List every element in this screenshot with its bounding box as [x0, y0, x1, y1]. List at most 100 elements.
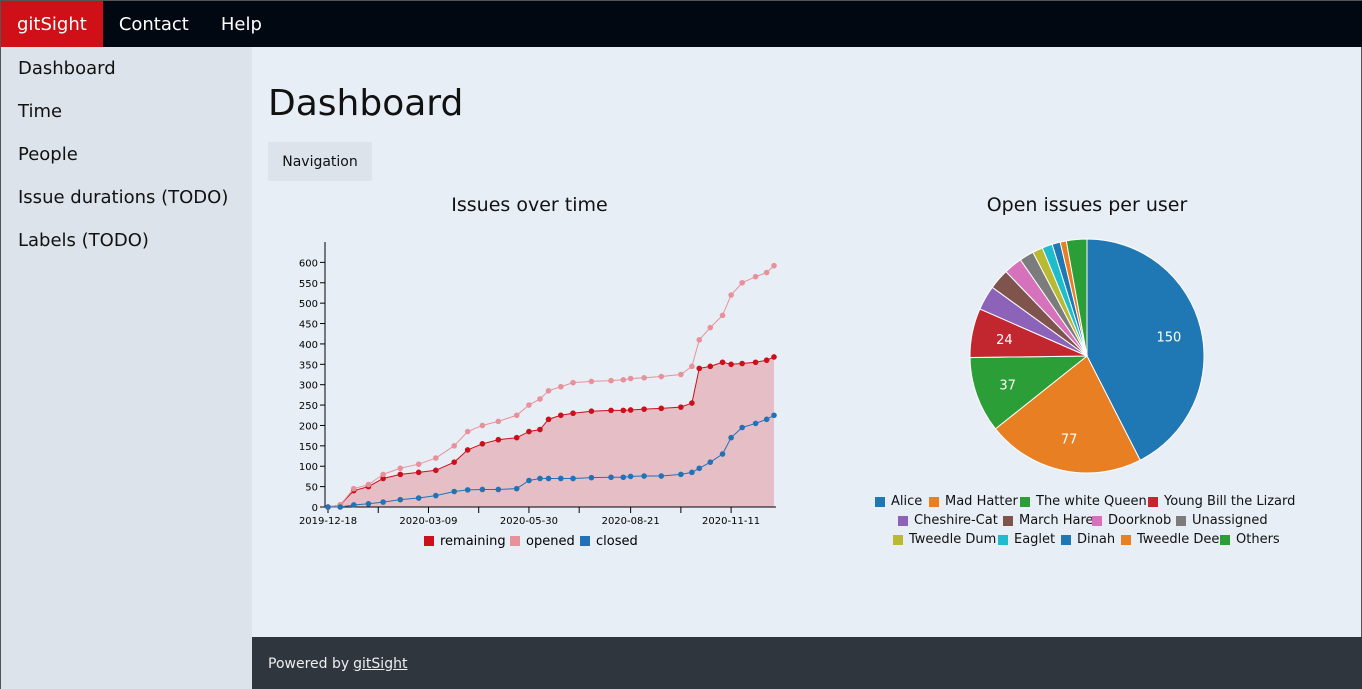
- remaining-point: [570, 410, 576, 417]
- remaining-point: [479, 441, 486, 447]
- pie-legend-swatch: [1148, 496, 1158, 507]
- x-tick-label: 2019-12-18: [299, 516, 357, 527]
- remaining-point: [658, 405, 665, 412]
- closed-point: [620, 474, 627, 481]
- navigation-button[interactable]: Navigation: [268, 142, 372, 181]
- opened-point: [558, 383, 564, 390]
- pie-value-label: 77: [1061, 432, 1078, 447]
- pie-legend-label: Mad Hatter: [945, 494, 1018, 509]
- x-tick-label: 2020-03-09: [399, 516, 457, 527]
- pie-value-label: 24: [996, 333, 1013, 348]
- pie-legend-label: Dinah: [1077, 532, 1116, 547]
- pie-legend-label: March Hare: [1019, 513, 1094, 528]
- closed-point: [678, 471, 684, 478]
- sidebar-item-dashboard[interactable]: Dashboard: [1, 47, 252, 90]
- pie-legend-label: Young Bill the Lizard: [1164, 494, 1296, 509]
- pie-legend-item: Tweedle Dum: [893, 532, 996, 547]
- opened-point: [719, 312, 726, 319]
- sidebar-item-issue-durations[interactable]: Issue durations (TODO): [1, 176, 252, 219]
- remaining-point: [641, 406, 647, 412]
- pie-chart-title: Open issues per user: [986, 194, 1188, 216]
- opened-point: [380, 471, 386, 478]
- closed-point: [739, 424, 745, 431]
- remaining-point: [397, 471, 404, 478]
- closed-point: [558, 475, 564, 482]
- closed-point: [479, 486, 486, 493]
- opened-point: [588, 378, 595, 385]
- main-content: Dashboard Navigation Issues over time 0 5…: [252, 47, 1362, 637]
- remaining-point: [608, 407, 614, 414]
- opened-point: [620, 377, 627, 383]
- closed-point: [719, 451, 726, 457]
- sidebar-item-people[interactable]: People: [1, 133, 252, 176]
- pie-legend-item: Mad Hatter: [929, 494, 1018, 509]
- pie-legend-swatch: [1220, 534, 1230, 545]
- pie-legend-label: Tweedle Dee: [1137, 532, 1220, 547]
- pie-legend-swatch: [1003, 515, 1013, 526]
- footer-text: Powered by: [268, 655, 350, 672]
- remaining-point: [415, 469, 422, 476]
- pie-legend-label: Cheshire-Cat: [914, 513, 998, 528]
- opened-point: [678, 371, 684, 378]
- opened-point: [479, 422, 486, 429]
- y-tick-label: 250: [299, 401, 318, 412]
- remaining-point: [537, 426, 543, 433]
- closed-point: [537, 475, 543, 482]
- remaining-point: [728, 361, 734, 368]
- y-tick-label: 300: [299, 381, 318, 392]
- opened-point: [641, 374, 647, 381]
- closed-point: [495, 486, 502, 493]
- closed-point: [415, 495, 422, 501]
- closed-point: [365, 500, 372, 507]
- pie-legend-swatch: [1176, 515, 1186, 526]
- opened-point: [433, 455, 439, 461]
- y-tick-label: 0: [312, 503, 318, 514]
- remaining-point: [739, 360, 745, 367]
- pie-legend-label: Unassigned: [1192, 513, 1268, 528]
- y-tick-label: 600: [299, 258, 318, 269]
- pie-legend-swatch: [929, 496, 939, 507]
- y-tick-label: 100: [299, 462, 318, 473]
- closed-point: [464, 487, 471, 493]
- closed-point: [588, 474, 595, 481]
- opened-point: [739, 279, 745, 286]
- brand-link[interactable]: gitSight: [1, 1, 103, 47]
- pie-legend-swatch: [875, 496, 885, 507]
- remaining-point: [696, 365, 703, 372]
- opened-point: [752, 273, 759, 280]
- page-title: Dashboard: [268, 83, 464, 124]
- opened-point: [451, 443, 458, 449]
- pie-legend-label: Tweedle Dum: [909, 532, 997, 547]
- opened-point: [545, 388, 552, 394]
- closed-point: [728, 434, 734, 441]
- closed-point: [451, 488, 458, 495]
- legend-swatch-opened: [510, 536, 520, 546]
- nav-contact-link[interactable]: Contact: [103, 1, 205, 47]
- sidebar-item-labels[interactable]: Labels (TODO): [1, 219, 252, 262]
- x-tick-label: 2020-08-21: [602, 516, 660, 527]
- pie-legend-item: Alice: [875, 494, 922, 509]
- remaining-point: [513, 434, 520, 441]
- legend-swatch-closed: [580, 536, 590, 546]
- y-tick-label: 350: [299, 360, 318, 371]
- remaining-point: [433, 467, 439, 474]
- sidebar: Dashboard Time People Issue durations (T…: [1, 47, 252, 689]
- closed-point: [545, 475, 552, 482]
- closed-point: [513, 485, 520, 492]
- closed-point: [771, 412, 777, 419]
- nav-help-link[interactable]: Help: [205, 1, 278, 47]
- open-issues-pie-chart: 150 77 37 24: [969, 238, 1205, 474]
- remaining-point: [526, 428, 532, 435]
- pie-legend-item: Cheshire-Cat: [898, 513, 998, 528]
- remaining-point: [689, 400, 695, 406]
- sidebar-item-time[interactable]: Time: [1, 90, 252, 133]
- closed-point: [707, 459, 714, 465]
- pie-legend-label: Doorknob: [1108, 513, 1172, 528]
- footer-gitsight-link[interactable]: gitSight: [353, 656, 407, 672]
- opened-point: [627, 375, 634, 382]
- remaining-point: [620, 407, 627, 414]
- pie-legend-swatch: [1092, 515, 1102, 526]
- remaining-point: [545, 416, 552, 423]
- legend-label-closed: closed: [596, 534, 638, 549]
- footer: Powered by gitSight: [252, 637, 1362, 689]
